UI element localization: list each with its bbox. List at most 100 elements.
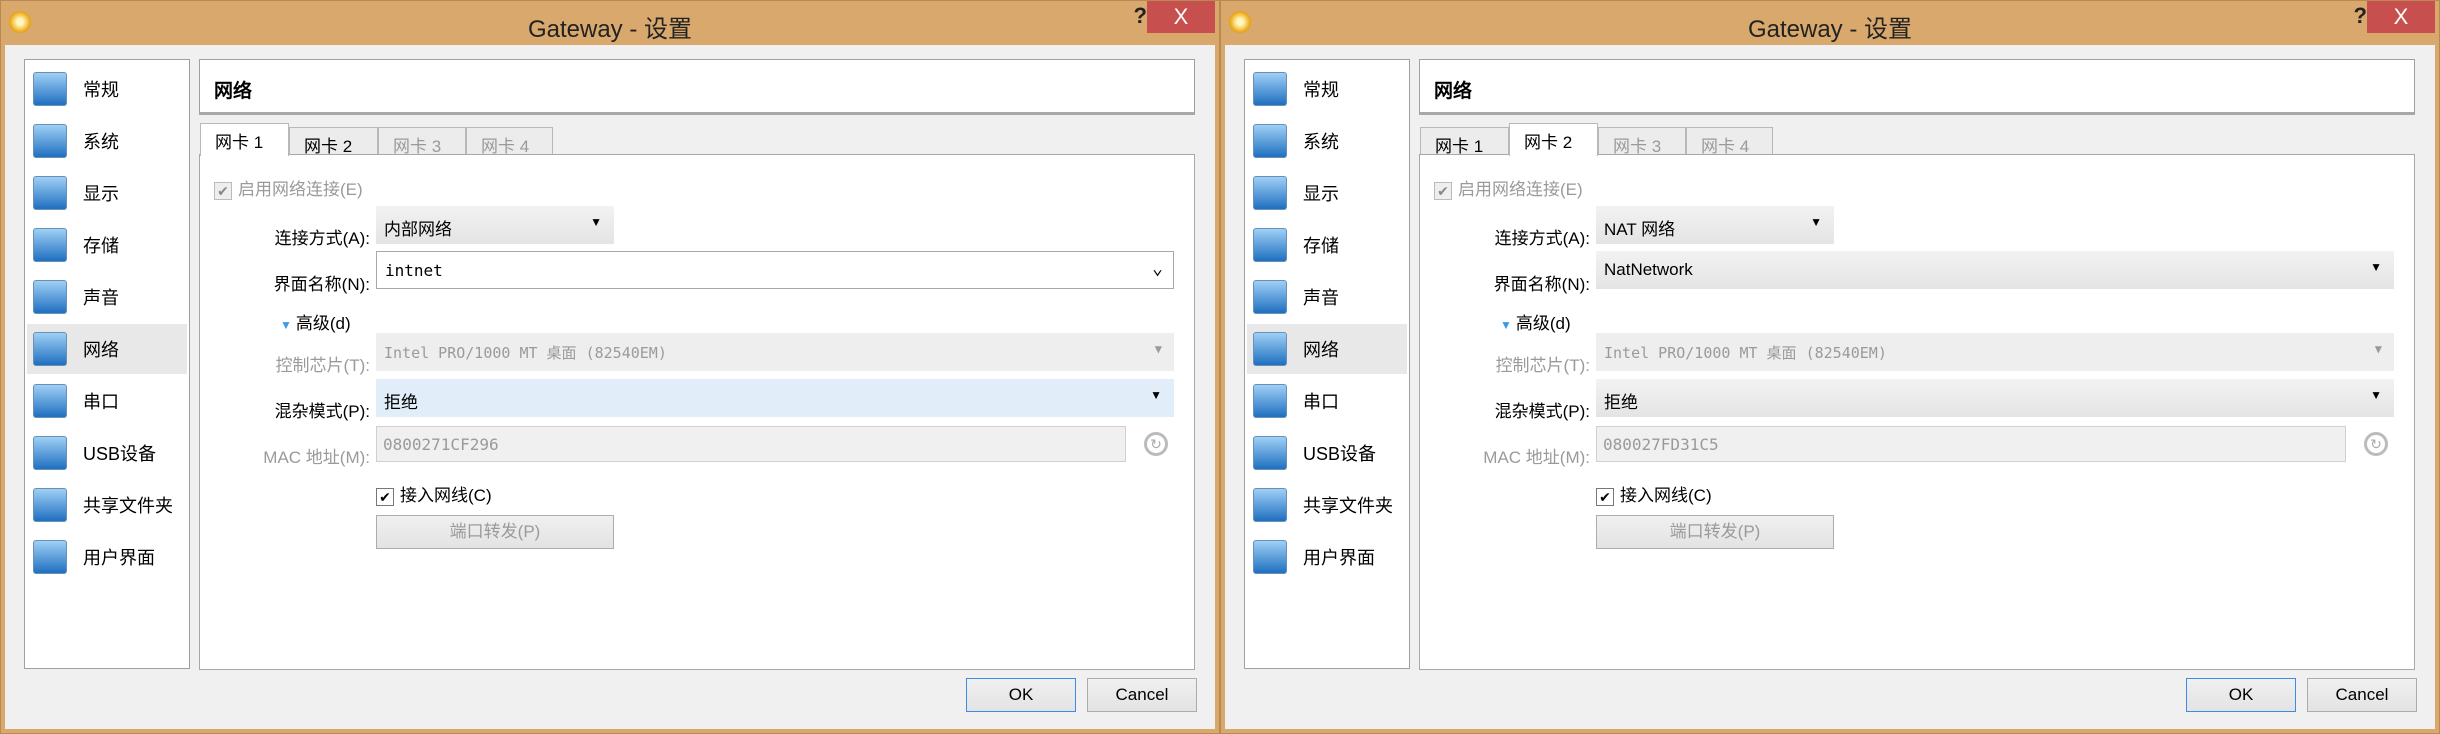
tab-adapter-4[interactable]: 网卡 4 xyxy=(466,127,553,156)
sidebar-item-label: 网络 xyxy=(83,340,119,360)
promisc-label: 混杂模式(P): xyxy=(274,402,370,421)
tab-adapter-3[interactable]: 网卡 3 xyxy=(378,127,466,156)
sidebar-item-label: 显示 xyxy=(1303,184,1339,204)
help-button[interactable]: ? xyxy=(2354,3,2367,29)
tab-adapter-1[interactable]: 网卡 1 xyxy=(200,123,289,156)
sidebar-item-label: 常规 xyxy=(83,80,119,100)
sidebar-item-label: USB设备 xyxy=(1303,444,1377,464)
chevron-down-icon[interactable]: ⌄ xyxy=(1152,258,1163,279)
page-title: 网络 xyxy=(1419,59,2415,115)
sidebar-item-label: 网络 xyxy=(1303,340,1339,360)
name-label: 界面名称(N): xyxy=(1493,275,1590,294)
enable-network-checkbox[interactable]: ✔ 启用网络连接(E) xyxy=(214,175,363,200)
advanced-toggle[interactable]: ▼ 高级(d) xyxy=(1500,309,1571,334)
chip-icon xyxy=(1253,124,1287,158)
folder-icon xyxy=(33,488,67,522)
dialog-body: 常规 系统 显示 存储 声音 网络 串口 USB设备 共享文件夹 用户界面 网络 网卡 1 网卡 2 网卡… xyxy=(5,45,1215,729)
sidebar-item-8[interactable]: 共享文件夹 xyxy=(27,480,187,530)
refresh-mac-icon[interactable]: ↻ xyxy=(1144,432,1168,456)
adapter-pane: ✔ 启用网络连接(E) 连接方式(A): 内部网络 ▼ 界面名称(N): intnet ⌄ ▼ 高… xyxy=(199,154,1195,670)
refresh-mac-icon[interactable]: ↻ xyxy=(2364,432,2388,456)
sidebar-item-label: 系统 xyxy=(1303,132,1339,152)
tab-adapter-3[interactable]: 网卡 3 xyxy=(1598,127,1686,156)
advanced-toggle[interactable]: ▼ 高级(d) xyxy=(280,309,351,334)
advanced-label: 高级(d) xyxy=(1515,314,1571,333)
tab-adapter-1[interactable]: 网卡 1 xyxy=(1420,127,1509,156)
title-bar[interactable]: Gateway - 设置? X xyxy=(1,1,1219,45)
cable-connected-checkbox[interactable]: ✔ 接入网线(C) xyxy=(376,481,492,506)
mac-label: MAC 地址(M): xyxy=(263,448,370,467)
cancel-button[interactable]: Cancel xyxy=(1087,678,1197,712)
network-name-select[interactable]: NatNetwork ▼ xyxy=(1596,251,2394,289)
attach-label: 连接方式(A): xyxy=(1494,229,1590,248)
ok-button[interactable]: OK xyxy=(2186,678,2296,712)
sidebar-item-label: 共享文件夹 xyxy=(83,496,173,516)
mac-address-field[interactable]: 080027FD31C5 xyxy=(1596,426,2346,462)
enable-network-checkbox[interactable]: ✔ 启用网络连接(E) xyxy=(1434,175,1583,200)
tab-adapter-2[interactable]: 网卡 2 xyxy=(289,127,378,156)
checkmark-icon: ✔ xyxy=(1434,181,1452,200)
sidebar-item-9[interactable]: 用户界面 xyxy=(27,532,187,582)
monitor-icon xyxy=(1253,72,1287,106)
window-title: Gateway - 设置 xyxy=(1747,16,1913,43)
disk-icon xyxy=(33,228,67,262)
sidebar-item-label: 存储 xyxy=(83,236,119,256)
sidebar-item-label: 声音 xyxy=(1303,288,1339,308)
port-forwarding-button[interactable]: 端口转发(P) xyxy=(1596,515,1834,549)
sidebar-item-2[interactable]: 显示 xyxy=(1247,168,1407,218)
tab-adapter-2[interactable]: 网卡 2 xyxy=(1509,123,1598,156)
dropdown-arrow-icon: ▼ xyxy=(1154,342,1162,356)
dropdown-arrow-icon: ▼ xyxy=(2370,260,2382,274)
title-bar[interactable]: Gateway - 设置? X xyxy=(1221,1,2439,45)
window-title: Gateway - 设置 xyxy=(527,16,693,43)
sidebar-item-label: 系统 xyxy=(83,132,119,152)
attach-type-select[interactable]: NAT 网络 ▼ xyxy=(1596,206,1834,244)
usb-icon xyxy=(1253,436,1287,470)
settings-window: Gateway - 设置? X 常规 系统 显示 存储 声音 网络 串口 USB设备 共享文件夹 用户… xyxy=(1220,0,2440,734)
dropdown-arrow-icon: ▼ xyxy=(1150,388,1162,402)
dropdown-arrow-icon: ▼ xyxy=(1810,215,1822,229)
attach-type-value: NAT 网络 xyxy=(1604,220,1676,239)
promiscuous-mode-select[interactable]: 拒绝 ▼ xyxy=(376,379,1174,417)
sidebar-item-1[interactable]: 系统 xyxy=(27,116,187,166)
sidebar-item-9[interactable]: 用户界面 xyxy=(1247,532,1407,582)
cancel-button[interactable]: Cancel xyxy=(2307,678,2417,712)
sidebar-item-label: 存储 xyxy=(1303,236,1339,256)
tab-adapter-4[interactable]: 网卡 4 xyxy=(1686,127,1773,156)
display-icon xyxy=(33,176,67,210)
help-button[interactable]: ? xyxy=(1134,3,1147,29)
sidebar-item-label: USB设备 xyxy=(83,444,157,464)
network-icon xyxy=(33,332,67,366)
checkmark-icon: ✔ xyxy=(1596,487,1614,506)
sidebar-item-0[interactable]: 常规 xyxy=(27,64,187,114)
sidebar-item-1[interactable]: 系统 xyxy=(1247,116,1407,166)
attach-label: 连接方式(A): xyxy=(274,229,370,248)
network-name-combobox[interactable]: intnet ⌄ xyxy=(376,251,1174,289)
sidebar-item-0[interactable]: 常规 xyxy=(1247,64,1407,114)
close-button[interactable]: X xyxy=(2367,1,2435,33)
promiscuous-mode-value: 拒绝 xyxy=(1604,393,1638,412)
adapter-pane: ✔ 启用网络连接(E) 连接方式(A): NAT 网络 ▼ 界面名称(N): NatNetw… xyxy=(1419,154,2415,670)
name-label: 界面名称(N): xyxy=(273,275,370,294)
dropdown-arrow-icon: ▼ xyxy=(2374,342,2382,356)
promiscuous-mode-select[interactable]: 拒绝 ▼ xyxy=(1596,379,2394,417)
dialog-body: 常规 系统 显示 存储 声音 网络 串口 USB设备 共享文件夹 用户界面 网络 网卡 1 网卡 2 网卡… xyxy=(1225,45,2435,729)
adapter-type-select: Intel PRO/1000 MT 桌面 (82540EM) ▼ xyxy=(1596,333,2394,371)
folder-icon xyxy=(1253,488,1287,522)
mac-address-field[interactable]: 0800271CF296 xyxy=(376,426,1126,462)
adapter-type-label: 控制芯片(T): xyxy=(275,356,370,375)
adapter-type-value: Intel PRO/1000 MT 桌面 (82540EM) xyxy=(384,344,667,362)
adapter-type-value: Intel PRO/1000 MT 桌面 (82540EM) xyxy=(1604,344,1887,362)
sidebar-item-8[interactable]: 共享文件夹 xyxy=(1247,480,1407,530)
advanced-label: 高级(d) xyxy=(295,314,351,333)
cable-connected-checkbox[interactable]: ✔ 接入网线(C) xyxy=(1596,481,1712,506)
enable-network-label: 启用网络连接(E) xyxy=(1458,180,1583,199)
attach-type-select[interactable]: 内部网络 ▼ xyxy=(376,206,614,244)
sidebar-item-2[interactable]: 显示 xyxy=(27,168,187,218)
checkmark-icon: ✔ xyxy=(214,181,232,200)
port-forwarding-button[interactable]: 端口转发(P) xyxy=(376,515,614,549)
ok-button[interactable]: OK xyxy=(966,678,1076,712)
network-name-value: intnet xyxy=(385,261,443,280)
close-button[interactable]: X xyxy=(1147,1,1215,33)
disk-icon xyxy=(1253,228,1287,262)
